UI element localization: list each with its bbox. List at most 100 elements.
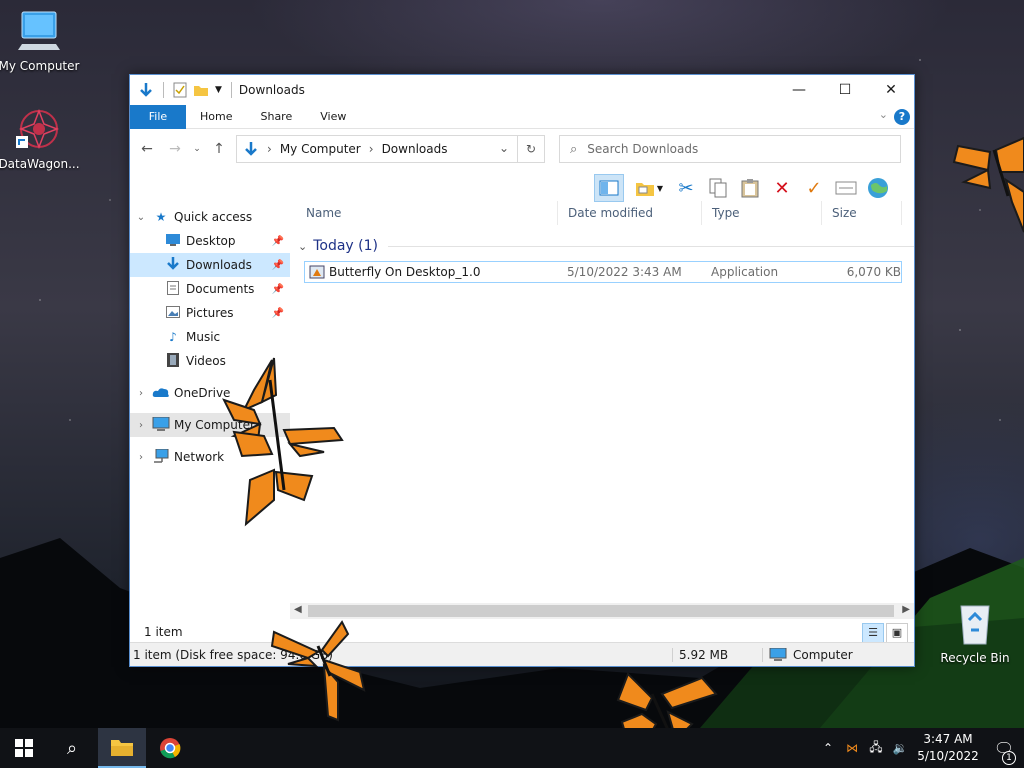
expand-chevron-icon[interactable]: › <box>130 452 152 463</box>
documents-icon <box>164 280 182 298</box>
large-icons-view-icon[interactable]: ▣ <box>886 623 908 643</box>
column-header-name[interactable]: Name <box>296 201 558 225</box>
expand-ribbon-icon[interactable]: ⌄ <box>879 108 888 121</box>
address-row: ← → ⌄ ↑ › My Computer › Downloads ⌄ ↻ ⌕ … <box>130 129 914 169</box>
column-header-date[interactable]: Date modified <box>558 201 702 225</box>
notification-badge: 1 <box>1002 750 1016 765</box>
desktop-icon-recycle-bin[interactable]: Recycle Bin <box>932 600 1018 665</box>
copy-icon[interactable] <box>706 176 730 200</box>
taskbar-file-explorer[interactable] <box>98 728 146 768</box>
properties-icon[interactable] <box>173 82 187 98</box>
action-center-button[interactable]: 🗨 1 <box>984 739 1024 765</box>
network-icon[interactable]: 🖧 <box>864 738 888 759</box>
scroll-right-icon[interactable]: ▶ <box>902 604 910 615</box>
desktop-icon-datawagon[interactable]: DataWagon... <box>0 106 82 171</box>
desktop-icon-my-computer[interactable]: My Computer <box>0 10 82 73</box>
expand-chevron-icon[interactable]: ⌄ <box>130 212 152 223</box>
clock[interactable]: 3:47 AM 5/10/2022 <box>912 731 984 765</box>
scroll-left-icon[interactable]: ◀ <box>294 604 302 615</box>
breadcrumb-my-computer[interactable]: My Computer <box>280 142 361 156</box>
item-count: 1 item <box>144 625 183 639</box>
file-type: Application <box>711 265 779 279</box>
pin-icon: 📌 <box>271 283 284 295</box>
group-header-today[interactable]: ⌄ Today (1) <box>296 233 914 259</box>
nav-item-desktop[interactable]: Desktop 📌 <box>130 229 290 253</box>
address-dropdown-icon[interactable]: ⌄ <box>499 141 509 155</box>
file-row[interactable]: Butterfly On Desktop_1.0 5/10/2022 3:43 … <box>304 261 902 283</box>
preview-pane-button[interactable] <box>594 174 624 202</box>
search-button[interactable]: ⌕ <box>48 728 96 768</box>
start-button[interactable] <box>0 728 48 768</box>
show-hidden-icons-icon[interactable]: ⌃ <box>816 741 840 755</box>
help-icon[interactable]: ? <box>894 109 910 125</box>
videos-icon <box>164 352 182 370</box>
delete-icon[interactable]: ✕ <box>770 176 794 200</box>
nav-item-my-computer[interactable]: › My Computer <box>130 413 290 437</box>
search-icon: ⌕ <box>66 737 78 759</box>
nav-item-quick-access[interactable]: ⌄ ★ Quick access <box>130 205 290 229</box>
address-bar[interactable]: › My Computer › Downloads ⌄ <box>236 135 518 163</box>
taskbar: ⌕ ⌃ ⋈ 🖧 🔉 3:47 AM 5/10/2022 🗨 1 <box>0 728 1024 768</box>
nav-item-videos[interactable]: Videos <box>130 349 290 373</box>
clock-time: 3:47 AM <box>923 732 973 746</box>
recent-locations-icon[interactable]: ⌄ <box>192 144 202 154</box>
tab-home[interactable]: Home <box>186 105 246 129</box>
maximize-button[interactable]: ☐ <box>822 75 868 105</box>
volume-icon[interactable]: 🔉 <box>888 741 912 755</box>
status-bar: 1 item (Disk free space: 94.0 GB) 5.92 M… <box>130 642 914 666</box>
search-placeholder: Search Downloads <box>587 142 699 156</box>
column-header-type[interactable]: Type <box>702 201 822 225</box>
new-folder-button[interactable]: ▼ <box>632 176 666 200</box>
tab-share[interactable]: Share <box>246 105 306 129</box>
tab-file[interactable]: File <box>130 104 186 129</box>
horizontal-scrollbar[interactable]: ◀ ▶ <box>290 603 914 619</box>
pictures-icon <box>164 305 182 321</box>
scroll-thumb[interactable] <box>308 605 894 617</box>
breadcrumb-separator-icon: › <box>368 142 374 156</box>
nav-item-onedrive[interactable]: › OneDrive <box>130 381 290 405</box>
properties-button[interactable] <box>834 176 858 200</box>
minimize-button[interactable]: — <box>776 75 822 105</box>
close-button[interactable]: ✕ <box>868 75 914 105</box>
nav-item-documents[interactable]: Documents 📌 <box>130 277 290 301</box>
file-name: Butterfly On Desktop_1.0 <box>329 265 481 279</box>
tab-view[interactable]: View <box>306 105 360 129</box>
file-date: 5/10/2022 3:43 AM <box>567 265 682 279</box>
ribbon-tabs: File Home Share View ⌄ ? <box>130 104 914 129</box>
new-folder-icon[interactable] <box>193 83 209 97</box>
nav-item-label: Documents <box>186 282 255 296</box>
download-arrow-icon[interactable] <box>138 82 154 98</box>
music-icon: ♪ <box>169 330 177 344</box>
up-button[interactable]: ↑ <box>208 141 230 157</box>
search-box[interactable]: ⌕ Search Downloads <box>559 135 901 163</box>
expand-chevron-icon[interactable]: › <box>130 388 152 399</box>
search-icon: ⌕ <box>570 141 578 157</box>
nav-item-pictures[interactable]: Pictures 📌 <box>130 301 290 325</box>
globe-icon[interactable] <box>866 176 890 200</box>
expand-chevron-icon[interactable]: › <box>130 420 152 431</box>
chrome-icon <box>160 738 181 759</box>
nav-item-network[interactable]: › Network <box>130 445 290 469</box>
butterfly-tray-icon[interactable]: ⋈ <box>840 741 864 755</box>
cut-icon[interactable]: ✂ <box>674 176 698 200</box>
paste-icon[interactable] <box>738 176 762 200</box>
nav-item-music[interactable]: ♪ Music <box>130 325 290 349</box>
forward-button[interactable]: → <box>164 141 186 157</box>
star-icon: ★ <box>155 210 167 224</box>
taskbar-chrome[interactable] <box>146 728 194 768</box>
title-bar[interactable]: ▼ Downloads — ☐ ✕ <box>130 75 914 105</box>
nav-item-label: OneDrive <box>174 386 231 400</box>
back-button[interactable]: ← <box>136 141 158 157</box>
column-header-size[interactable]: Size <box>822 201 902 225</box>
nav-item-label: Pictures <box>186 306 234 320</box>
nav-item-downloads[interactable]: Downloads 📌 <box>130 253 290 277</box>
details-view-icon[interactable]: ☰ <box>862 623 884 643</box>
quick-access-toolbar: ▼ <box>138 82 235 98</box>
customize-quick-access-icon[interactable]: ▼ <box>215 85 222 95</box>
file-list: Name Date modified Type Size ⌄ Today (1)… <box>296 201 914 605</box>
group-label: Today (1) <box>313 238 378 254</box>
rename-check-icon[interactable]: ✓ <box>802 176 826 200</box>
collapse-group-icon[interactable]: ⌄ <box>298 240 307 253</box>
refresh-button[interactable]: ↻ <box>517 135 545 163</box>
breadcrumb-downloads[interactable]: Downloads <box>382 142 448 156</box>
